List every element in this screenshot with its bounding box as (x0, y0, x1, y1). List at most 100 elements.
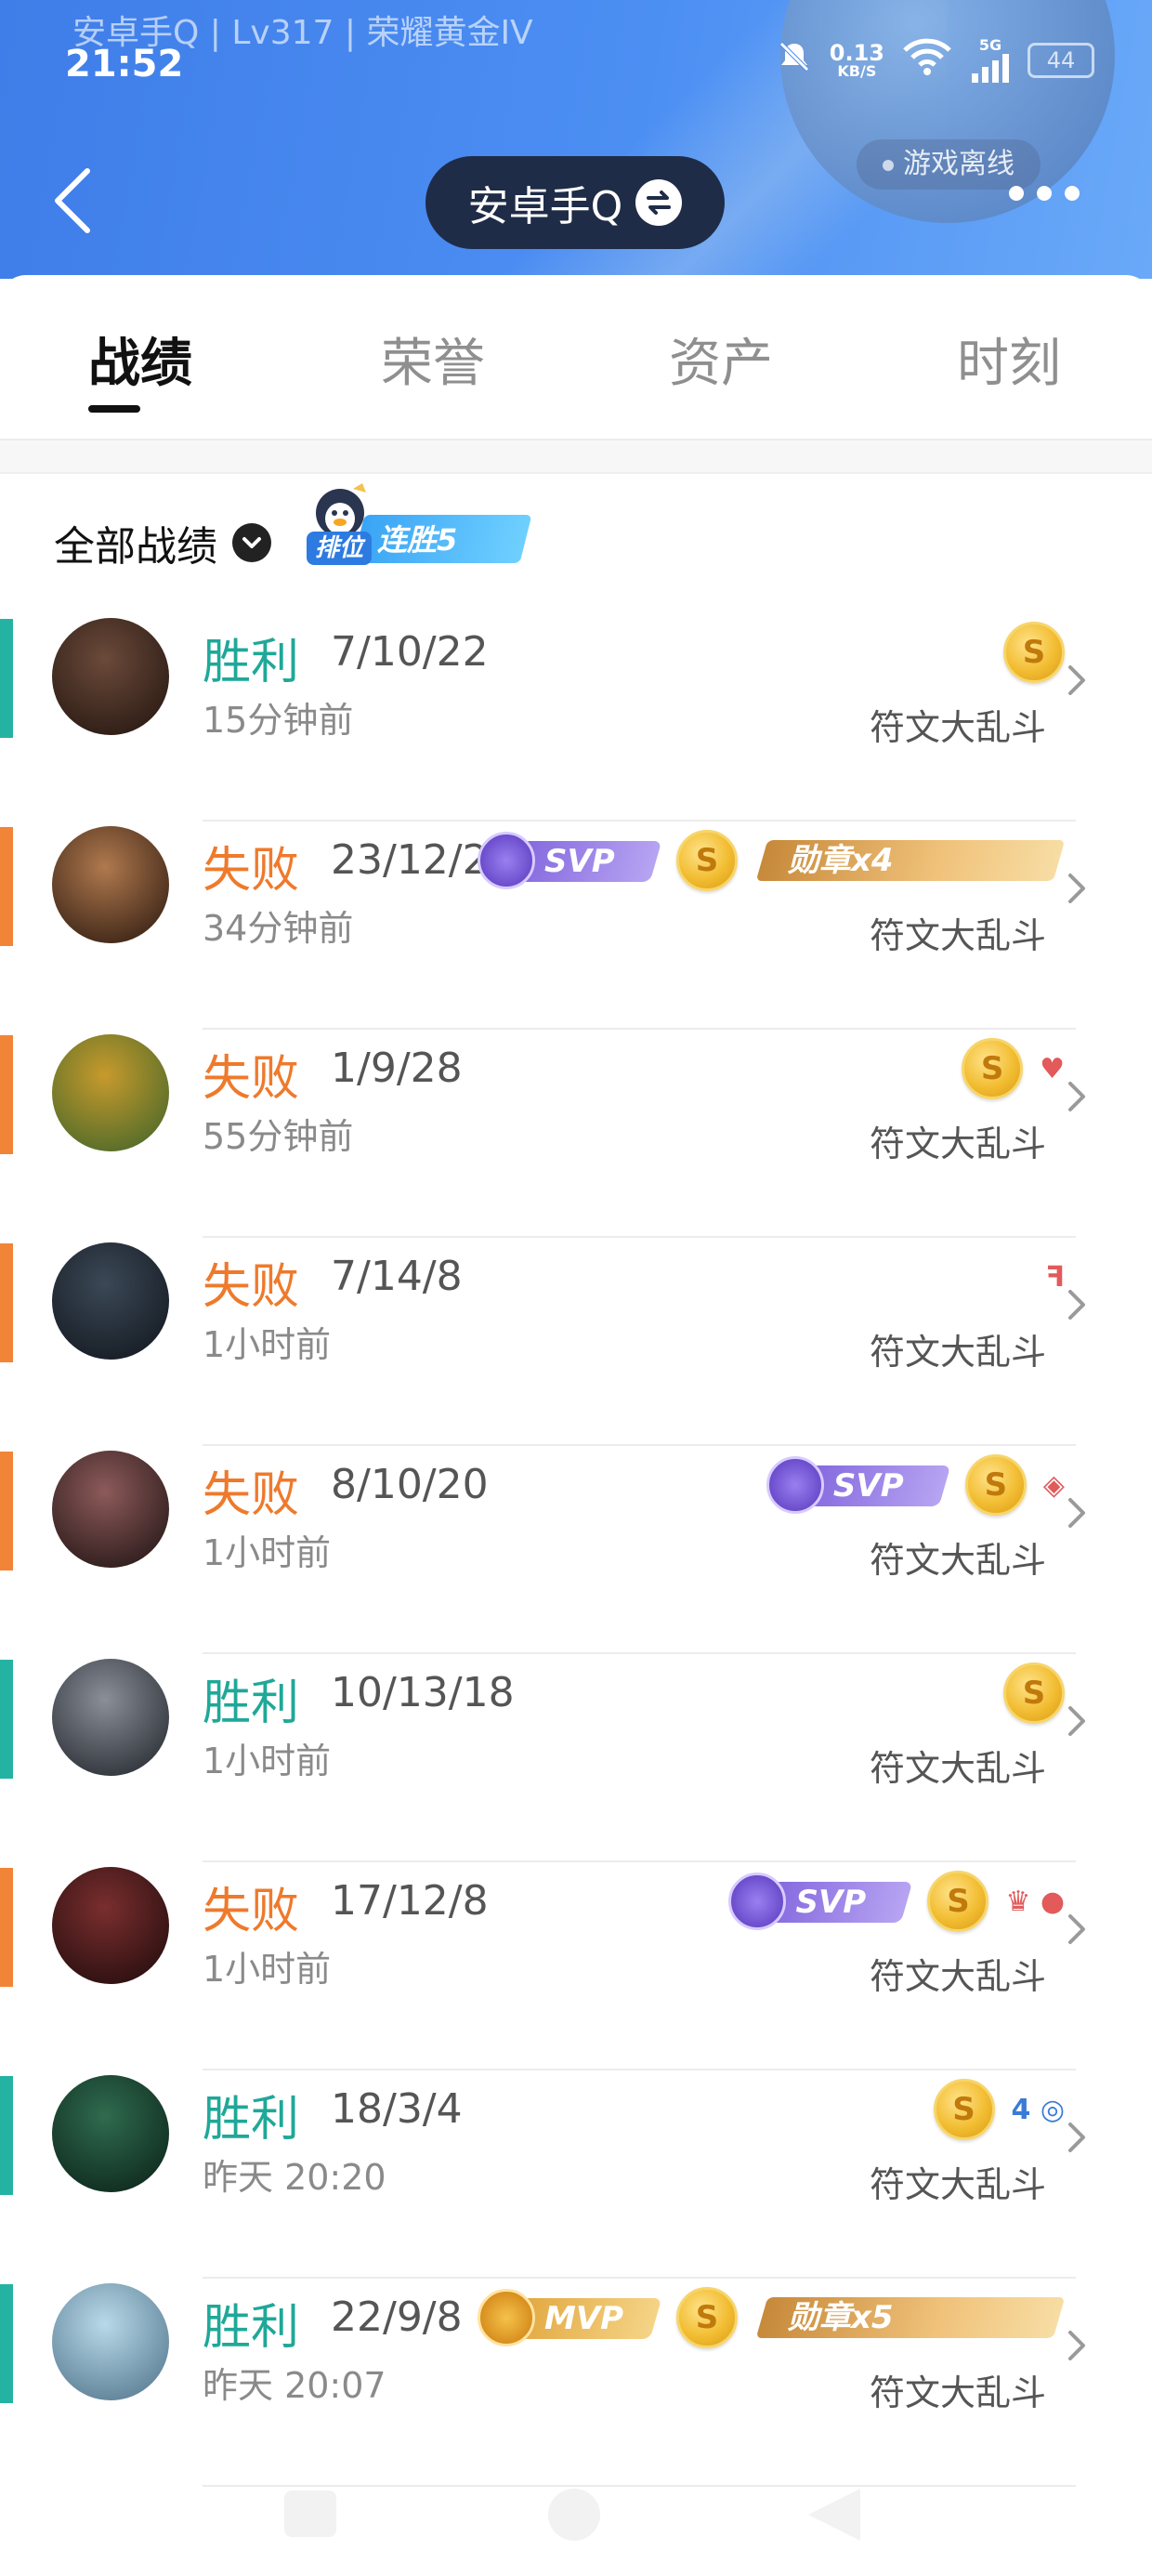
medal-count-badge: 勋章x4 (754, 835, 1066, 887)
result-indicator-bar (0, 2076, 13, 2195)
champion-avatar (52, 2283, 169, 2400)
champion-avatar (52, 2075, 169, 2192)
result-indicator-bar (0, 1660, 13, 1779)
active-tab-indicator (88, 405, 140, 413)
more-options-button[interactable] (1009, 186, 1080, 201)
match-badges: S 4 ◎ (933, 2072, 1065, 2147)
system-back-button[interactable] (808, 2489, 860, 2541)
system-navigation-bar (0, 2453, 1152, 2576)
win-streak-label: 连胜5 (377, 522, 458, 558)
match-result: 失败 (203, 843, 300, 899)
game-mode: 符文大乱斗 (869, 1124, 1046, 1164)
result-indicator-bar (0, 619, 13, 738)
match-badges: MVP S 勋章x5 (478, 2280, 1066, 2355)
achievement-icons: ♥ (1040, 1052, 1065, 1085)
chevron-right-icon (1068, 2123, 1085, 2152)
match-row[interactable]: 失败 1/9/28 55分钟前 S ♥ 符文大乱斗 (0, 1030, 1152, 1238)
home-button[interactable] (548, 2489, 600, 2541)
game-mode: 符文大乱斗 (869, 2372, 1046, 2413)
match-kda: 1/9/28 (331, 1045, 463, 1092)
tab-honors[interactable]: 荣誉 (381, 322, 485, 397)
match-result: 胜利 (203, 2300, 300, 2356)
gold-coin-icon: S (927, 1871, 989, 1932)
gold-coin-icon: S (676, 2287, 738, 2348)
tab-bar: 战绩 荣誉 资产 时刻 (0, 275, 1152, 440)
chevron-right-icon (1068, 2331, 1085, 2360)
account-switch-button[interactable]: 安卓手Q (425, 156, 725, 249)
records-filter-dropdown[interactable]: 全部战绩 (54, 513, 271, 572)
result-indicator-bar (0, 1868, 13, 1987)
swap-icon (635, 179, 683, 226)
result-indicator-bar (0, 1243, 13, 1362)
game-offline-status: 游戏离线 (857, 139, 1041, 190)
match-kda: 23/12/2 (331, 836, 489, 884)
result-indicator-bar (0, 2284, 13, 2403)
match-row[interactable]: 胜利 18/3/4 昨天 20:20 S 4 ◎ 符文大乱斗 (0, 2070, 1152, 2279)
tab-moments[interactable]: 时刻 (957, 322, 1061, 397)
gold-coin-icon: S (676, 830, 738, 891)
champion-avatar (52, 1242, 169, 1360)
medal-count-badge: 勋章x5 (754, 2292, 1066, 2344)
match-result: 胜利 (203, 1676, 300, 1731)
tab-assets[interactable]: 资产 (669, 322, 773, 397)
recent-apps-button[interactable] (284, 2491, 336, 2537)
signal-type: 5G (978, 35, 1002, 54)
match-row[interactable]: 胜利 10/13/18 1小时前 S 符文大乱斗 (0, 1654, 1152, 1862)
match-time: 昨天 20:07 (203, 2365, 386, 2406)
game-mode: 符文大乱斗 (869, 707, 1046, 748)
tab-records[interactable]: 战绩 (88, 322, 192, 397)
match-kda: 10/13/18 (331, 1669, 515, 1716)
mute-bell-icon (776, 38, 813, 82)
game-mode: 符文大乱斗 (869, 915, 1046, 956)
chevron-right-icon (1068, 1914, 1085, 1944)
match-row[interactable]: 失败 23/12/2 34分钟前 SVP S 勋章x4 符文大乱斗 (0, 821, 1152, 1030)
match-kda: 22/9/8 (331, 2293, 463, 2341)
account-name: 安卓手Q (467, 183, 623, 230)
match-result: 失败 (203, 1467, 300, 1523)
svp-badge: SVP (728, 1873, 913, 1930)
dot-icon (1065, 186, 1080, 201)
game-mode: 符文大乱斗 (869, 1748, 1046, 1789)
match-badges: SVP S ♛ ● (728, 1864, 1065, 1939)
result-indicator-bar (0, 827, 13, 946)
match-list: 胜利 7/10/22 15分钟前 S 符文大乱斗 失败 23/12/2 34分钟… (0, 613, 1152, 2487)
match-result: 失败 (203, 1259, 300, 1315)
match-badges: SVP S 勋章x4 (478, 823, 1066, 898)
dot-icon (1037, 186, 1052, 201)
chevron-right-icon (1068, 1498, 1085, 1528)
match-kda: 8/10/20 (331, 1461, 489, 1508)
match-result: 失败 (203, 1884, 300, 1939)
network-speed: 0.13 KB/S (830, 42, 884, 79)
match-result: 胜利 (203, 2092, 300, 2148)
battery-indicator: 44 (1028, 42, 1094, 78)
match-row[interactable]: 胜利 7/10/22 15分钟前 S 符文大乱斗 (0, 613, 1152, 821)
match-kda: 17/12/8 (331, 1877, 489, 1925)
signal-bars-icon (972, 53, 1009, 83)
back-button[interactable] (48, 164, 104, 238)
chevron-right-icon (1068, 1706, 1085, 1736)
match-row[interactable]: 失败 7/14/8 1小时前 ꟻ 符文大乱斗 (0, 1238, 1152, 1446)
match-time: 1小时前 (203, 1532, 332, 1573)
svp-emblem-icon (478, 832, 535, 889)
game-mode: 符文大乱斗 (869, 1332, 1046, 1373)
match-row[interactable]: 失败 8/10/20 1小时前 SVP S ◈ 符文大乱斗 (0, 1446, 1152, 1654)
achievement-icons: ♛ ● (1005, 1885, 1065, 1918)
match-time: 34分钟前 (203, 908, 354, 949)
game-mode: 符文大乱斗 (869, 2164, 1046, 2205)
gold-coin-icon: S (962, 1038, 1024, 1099)
champion-avatar (52, 826, 169, 943)
match-row[interactable]: 失败 17/12/8 1小时前 SVP S ♛ ● 符文大乱斗 (0, 1862, 1152, 2070)
cellular-signal: 5G (970, 35, 1011, 83)
gold-coin-icon: S (1003, 622, 1065, 683)
app-header: 安卓手Q | Lv317 | 荣耀黄金IV 21:52 0.13 KB/S 5G… (0, 0, 1152, 279)
match-badges: S ♥ (962, 1032, 1065, 1106)
chevron-right-icon (1068, 1082, 1085, 1111)
mvp-badge: MVP (478, 2289, 662, 2346)
match-time: 55分钟前 (203, 1116, 354, 1157)
match-kda: 7/10/22 (331, 628, 489, 676)
match-badges: ꟻ (1046, 1240, 1066, 1314)
win-streak-badge: 排位 连胜5 (307, 481, 532, 567)
status-icons: 0.13 KB/S 5G 44 (776, 37, 1094, 83)
achievement-icons: ◈ (1042, 1468, 1065, 1502)
svp-emblem-icon (766, 1456, 824, 1514)
